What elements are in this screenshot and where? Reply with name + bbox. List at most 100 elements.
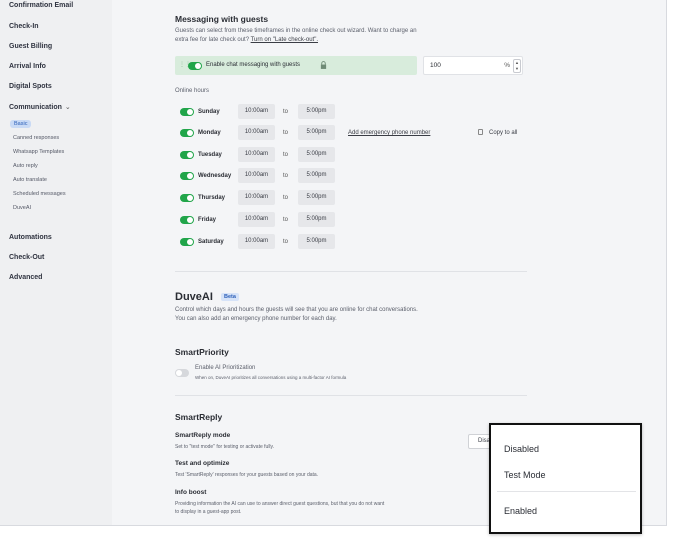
day-toggle[interactable] [180,151,194,159]
hours-row: Tuesday 10:00am to 5:00pm [180,147,560,163]
to-time-input[interactable]: 5:00pm [298,190,335,205]
percent-input[interactable]: 100 % ▲ ▼ [423,56,523,75]
from-time-input[interactable]: 10:00am [238,168,275,183]
to-time-input[interactable]: 5:00pm [298,104,335,119]
sidebar-subitem-auto-translate[interactable]: Auto translate [13,177,47,183]
day-toggle[interactable] [180,108,194,116]
option-enabled[interactable]: Enabled [504,506,537,516]
day-label: Thursday [198,195,226,201]
from-time-input[interactable]: 10:00am [238,147,275,162]
sidebar-item-check-in[interactable]: Check-In [9,23,39,30]
smartreply-title: SmartReply [175,412,223,422]
messaging-description: Guests can select from these timeframes … [175,27,495,45]
sidebar-subitem-scheduled-messages[interactable]: Scheduled messages [13,191,66,197]
sidebar-item-guest-billing[interactable]: Guest Billing [9,43,52,50]
info-boost-desc: to display in a guest-app post. [175,509,242,515]
from-time-input[interactable]: 10:00am [238,234,275,249]
messaging-desc-line: extra fee for late check out? [175,37,251,43]
add-emergency-phone-link[interactable]: Add emergency phone number [348,130,430,136]
copy-to-all-button[interactable]: Copy to all [478,129,517,136]
chat-messaging-bar: ⋮⋮ Enable chat messaging with guests [175,56,417,75]
messaging-desc-line: Guests can select from these timeframes … [175,28,417,34]
sidebar-item-digital-spots[interactable]: Digital Spots [9,83,52,90]
smartreply-mode-desc: Set to "test mode" for testing or activa… [175,444,275,450]
hours-row: Wednesday 10:00am to 5:00pm [180,168,560,184]
copy-icon [478,129,483,135]
to-time-input[interactable]: 5:00pm [298,212,335,227]
to-label: to [283,130,289,136]
from-time-input[interactable]: 10:00am [238,125,275,140]
duveai-title: DuveAI [175,291,213,303]
day-label: Saturday [198,239,224,245]
ai-prioritization-label: Enable AI Prioritization [195,365,256,371]
duveai-desc-line: You can also add an emergency phone numb… [175,316,337,322]
section-divider [175,271,527,272]
sidebar-item-confirmation-email[interactable]: Confirmation Email [9,2,73,9]
chevron-down-icon: ⌄ [64,104,71,111]
duveai-desc-line: Control which days and hours the guests … [175,307,418,313]
to-time-input[interactable]: 5:00pm [298,234,335,249]
hours-row: Thursday 10:00am to 5:00pm [180,190,560,206]
day-toggle[interactable] [180,172,194,180]
info-boost-title: Info boost [175,489,207,496]
option-disabled[interactable]: Disabled [504,444,539,454]
duveai-description: Control which days and hours the guests … [175,306,505,324]
to-label: to [283,152,289,158]
day-toggle[interactable] [180,129,194,137]
day-toggle[interactable] [180,194,194,202]
day-label: Wednesday [198,173,232,179]
copy-to-all-label: Copy to all [489,130,518,136]
percent-value: 100 [430,62,441,69]
day-label: Sunday [198,109,220,115]
sidebar-item-label: Communication [9,104,62,111]
ai-prioritization-desc: When on, DuveAI prioritizes all conversa… [195,375,347,380]
sidebar-subitem-duveai[interactable]: DuveAI [13,205,31,211]
smartreply-mode-dropdown: Disabled Test Mode Enabled [489,423,642,534]
info-boost-desc: Providing information the AI can use to … [175,501,385,507]
test-optimize-desc: Test 'SmartReply' responses for your gue… [175,472,319,478]
day-toggle[interactable] [180,216,194,224]
sidebar-item-arrival-info[interactable]: Arrival Info [9,63,46,70]
to-label: to [283,217,289,223]
sidebar-item-communication[interactable]: Communication ⌄ [9,103,71,111]
sidebar-subitem-auto-reply[interactable]: Auto reply [13,163,38,169]
online-hours-label: Online hours [175,88,210,94]
test-optimize-title: Test and optimize [175,460,230,467]
chat-toggle-label: Enable chat messaging with guests [206,62,301,68]
to-label: to [283,109,289,115]
late-checkout-link[interactable]: Turn on "Late check-out". [251,37,318,43]
sidebar-subitem-basic[interactable]: Basic [10,120,32,128]
day-label: Tuesday [198,152,222,158]
day-label: Friday [198,217,217,223]
stepper-icon[interactable]: ▲ ▼ [513,59,521,73]
to-label: to [283,195,289,201]
sidebar-item-advanced[interactable]: Advanced [9,274,42,281]
beta-badge: Beta [221,293,239,301]
sidebar: Confirmation Email Check-In Guest Billin… [0,0,112,525]
to-label: to [283,239,289,245]
messaging-title: Messaging with guests [175,14,269,24]
to-time-input[interactable]: 5:00pm [298,168,335,183]
sidebar-item-automations[interactable]: Automations [9,234,52,241]
to-label: to [283,173,289,179]
day-toggle[interactable] [180,238,194,246]
option-test-mode[interactable]: Test Mode [504,470,546,480]
dropdown-divider [497,491,636,492]
hours-row: Monday 10:00am to 5:00pm Add emergency p… [180,125,560,141]
from-time-input[interactable]: 10:00am [238,104,275,119]
lock-icon [320,61,327,69]
hours-row: Saturday 10:00am to 5:00pm [180,234,560,250]
smartpriority-title: SmartPriority [175,347,229,357]
day-label: Monday [198,130,221,136]
sidebar-item-check-out[interactable]: Check-Out [9,254,44,261]
to-time-input[interactable]: 5:00pm [298,147,335,162]
ai-prioritization-toggle[interactable] [175,369,189,377]
sidebar-subitem-whatsapp-templates[interactable]: Whatsapp Templates [13,149,64,155]
chat-messaging-toggle[interactable] [188,62,202,70]
percent-unit: % [504,62,510,69]
smartreply-mode-title: SmartReply mode [175,432,231,439]
to-time-input[interactable]: 5:00pm [298,125,335,140]
from-time-input[interactable]: 10:00am [238,190,275,205]
sidebar-subitem-canned-responses[interactable]: Canned responses [13,135,59,141]
from-time-input[interactable]: 10:00am [238,212,275,227]
